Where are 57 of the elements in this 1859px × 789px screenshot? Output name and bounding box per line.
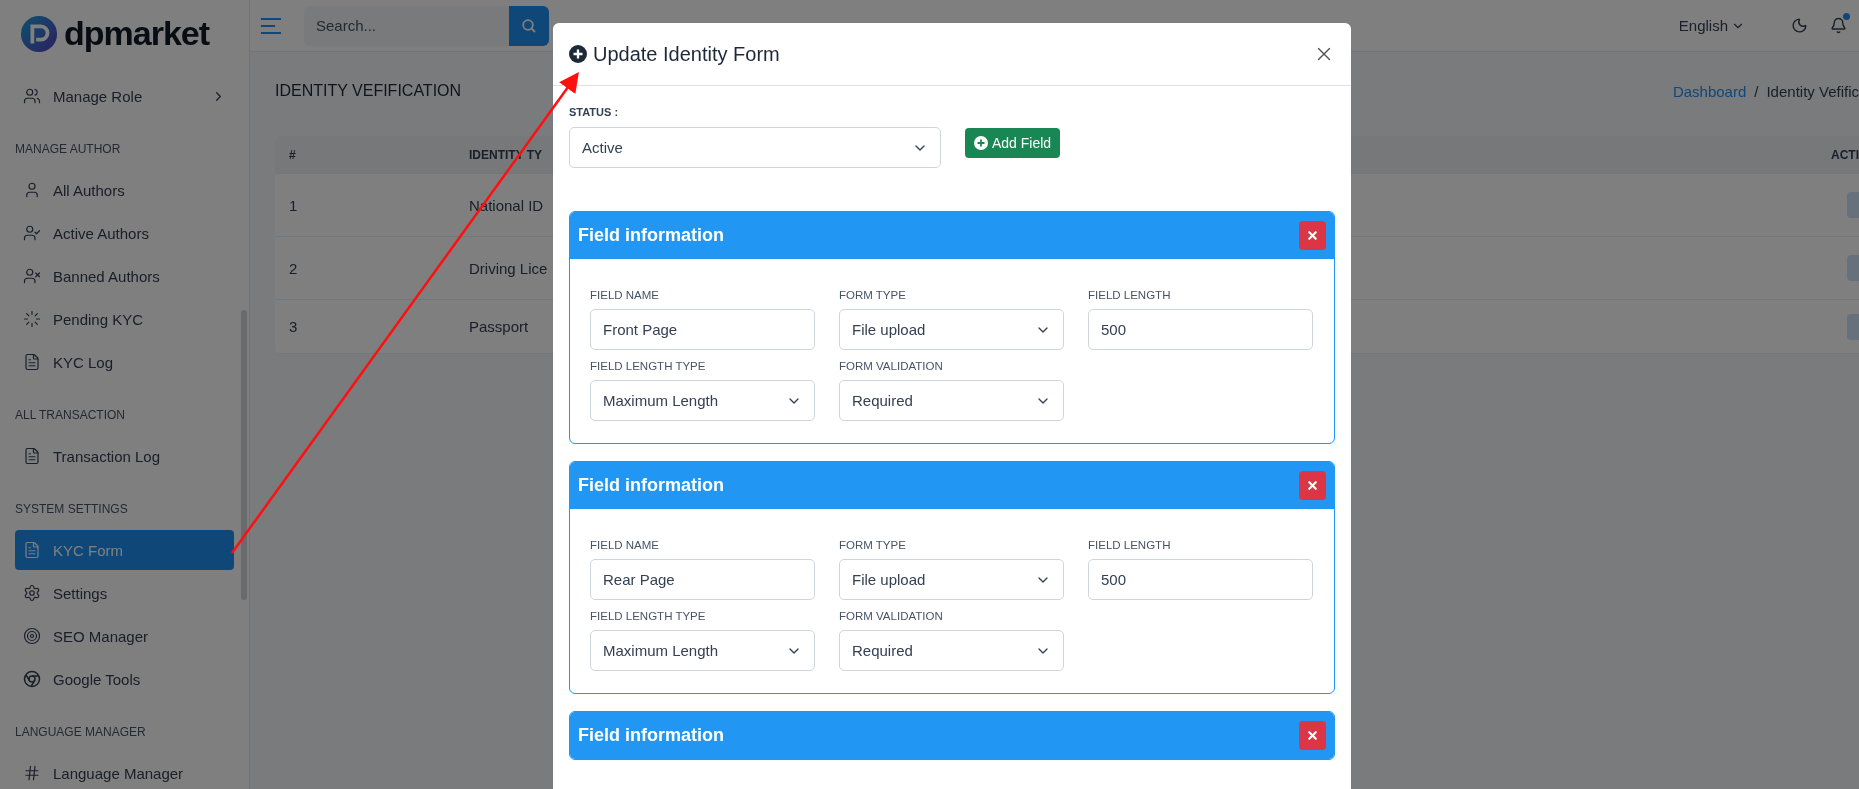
field-label: FIELD LENGTH TYPE	[590, 360, 707, 372]
text-input[interactable]: Rear Page	[590, 559, 815, 600]
select-dropdown[interactable]: Required	[839, 630, 1064, 671]
modal-title: Update Identity Form	[593, 42, 780, 66]
table-cell-text: 3	[288, 318, 298, 335]
section-heading: ALL TRANSACTION	[15, 407, 127, 424]
select-dropdown[interactable]: Maximum Length	[590, 630, 815, 671]
sidebar-item[interactable]: Pending KYC	[15, 299, 234, 339]
select-dropdown[interactable]: File upload	[839, 559, 1064, 600]
sidebar-item[interactable]: KYC Form	[15, 530, 234, 570]
select-dropdown[interactable]: Required	[839, 380, 1064, 421]
sidebar-item[interactable]: All Authors	[15, 170, 234, 210]
field-label: FORM TYPE	[839, 539, 907, 551]
table-cell-text: Passport	[468, 318, 529, 335]
field-label: FIELD LENGTH	[1088, 289, 1172, 301]
field-label: FORM TYPE	[839, 289, 907, 301]
sidebar-item[interactable]: Settings	[15, 573, 234, 613]
breadcrumb-current: Identity Vefific	[1766, 82, 1859, 100]
section-heading: LANGUAGE MANAGER	[15, 724, 147, 741]
field-label: FIELD NAME	[590, 539, 660, 551]
sidebar-item[interactable]: Language Manager	[15, 753, 234, 789]
column-header: #	[288, 147, 296, 162]
language-dropdown[interactable]: English	[1672, 16, 1751, 35]
text-input[interactable]: Front Page	[590, 309, 815, 350]
section-heading: MANAGE AUTHOR	[15, 141, 122, 158]
sidebar-item[interactable]: Manage Role	[15, 76, 234, 116]
sidebar-item[interactable]: Google Tools	[15, 659, 234, 699]
field-label: FIELD NAME	[590, 289, 660, 301]
card-title: Field information	[578, 725, 724, 746]
text-input[interactable]: 500	[1088, 309, 1313, 350]
section-heading: SYSTEM SETTINGS	[15, 501, 129, 518]
text-input[interactable]: 500	[1088, 559, 1313, 600]
brand-name: dpmarket	[64, 14, 210, 53]
field-label: STATUS :	[569, 106, 620, 118]
card-title: Field information	[578, 475, 724, 496]
field-label: FORM VALIDATION	[839, 610, 944, 622]
add-field-button[interactable]: Add Field	[965, 128, 1061, 158]
breadcrumb-separator: /	[1754, 82, 1759, 100]
sidebar-item[interactable]: KYC Log	[15, 342, 234, 382]
card-title: Field information	[578, 225, 724, 246]
breadcrumb-link[interactable]: Dashboard	[1672, 82, 1747, 100]
page-title: IDENTITY VEFIFICATION	[275, 82, 462, 100]
table-cell-text: Driving Lice	[468, 259, 548, 277]
select-dropdown[interactable]: Maximum Length	[590, 380, 815, 421]
sidebar-item[interactable]: SEO Manager	[15, 616, 234, 656]
sidebar-item[interactable]: Banned Authors	[15, 256, 234, 296]
sidebar-item[interactable]: Transaction Log	[15, 436, 234, 476]
sidebar-item[interactable]: Active Authors	[15, 213, 234, 253]
table-cell-text: 2	[288, 259, 298, 277]
search-field[interactable]: Search...	[304, 5, 509, 46]
field-label: FIELD LENGTH	[1088, 539, 1172, 551]
field-label: FIELD LENGTH TYPE	[590, 610, 707, 622]
table-cell-text: 1	[288, 196, 298, 214]
column-header: ACTI	[1831, 147, 1859, 162]
select-dropdown[interactable]: File upload	[839, 309, 1064, 350]
field-label: FORM VALIDATION	[839, 360, 944, 372]
status-select[interactable]: Active	[569, 127, 941, 168]
